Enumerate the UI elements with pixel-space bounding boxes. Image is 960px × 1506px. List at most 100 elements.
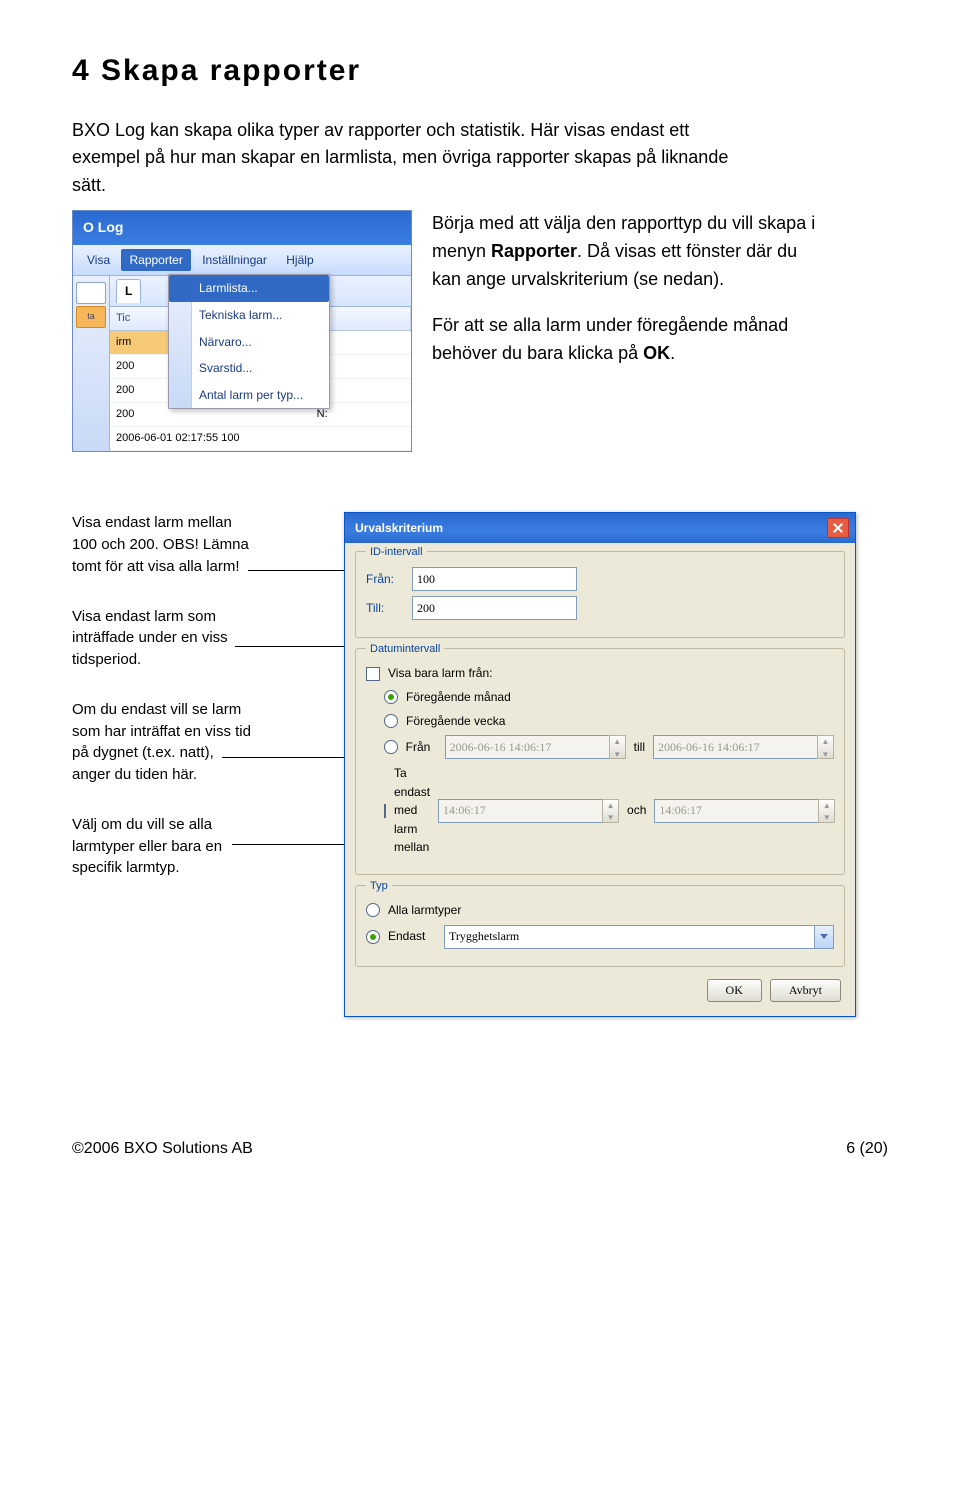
radio-foregaende-manad[interactable]	[384, 690, 398, 704]
urvalskriterium-dialog: Urvalskriterium ID-intervall Från: Till:	[344, 512, 856, 1016]
intro-line3: sätt.	[72, 175, 106, 195]
radio-label-endast: Endast	[388, 927, 436, 946]
menubar: Visa Rapporter Inställningar Hjälp	[73, 245, 411, 277]
spin-buttons[interactable]: ▲▼	[609, 735, 626, 759]
callout-line: Om du endast vill se larm	[72, 701, 241, 718]
app-screenshot: O Log Visa Rapporter Inställningar Hjälp…	[72, 210, 412, 452]
time-from-input[interactable]	[438, 799, 603, 823]
table-row-bottom: 2006-06-01 02:17:55 100	[110, 427, 411, 451]
rp1-l2b: . Då visas ett fönster där du	[577, 241, 797, 261]
close-icon[interactable]	[827, 518, 849, 538]
callout-3: Om du endast vill se larm som har inträf…	[72, 699, 332, 786]
time-checkbox[interactable]	[384, 804, 386, 818]
callout-line: specifik larmtyp.	[72, 859, 180, 876]
callout-line: som har inträffat en viss tid	[72, 723, 251, 740]
radio-endast[interactable]	[366, 930, 380, 944]
label-till: till	[634, 738, 645, 757]
sidebar-chip-1[interactable]	[76, 282, 106, 304]
dd-item-antal[interactable]: Antal larm per typ...	[169, 382, 329, 409]
menu-installningar[interactable]: Inställningar	[194, 249, 275, 272]
radio-foregaende-vecka[interactable]	[384, 714, 398, 728]
dialog-titlebar: Urvalskriterium	[345, 513, 855, 543]
from-input[interactable]	[412, 567, 577, 591]
time-checkbox-label: Ta endast med larm mellan	[394, 764, 430, 857]
date-from-input[interactable]	[445, 735, 610, 759]
spin-buttons[interactable]: ▲▼	[602, 799, 619, 823]
callout-1: Visa endast larm mellan 100 och 200. OBS…	[72, 512, 332, 577]
radio-alla-larmtyper[interactable]	[366, 903, 380, 917]
intro-line1: BXO Log kan skapa olika typer av rapport…	[72, 120, 689, 140]
callout-line: tidsperiod.	[72, 651, 141, 668]
callout-2: Visa endast larm som inträffade under en…	[72, 606, 332, 671]
group-datumintervall: Datumintervall Visa bara larm från: Före…	[355, 648, 845, 875]
callout-line: 100 och 200. OBS! Lämna	[72, 536, 249, 553]
radio-fran[interactable]	[384, 740, 398, 754]
callout-line: Visa endast larm mellan	[72, 514, 232, 531]
radio-label-alla: Alla larmtyper	[388, 901, 461, 920]
till-label: Till:	[366, 599, 404, 618]
dd-item-larmlista[interactable]: Larmlista...	[169, 275, 329, 302]
intro-text: BXO Log kan skapa olika typer av rapport…	[72, 117, 888, 201]
callout-line: Visa endast larm som	[72, 608, 216, 625]
from-label: Från:	[366, 570, 404, 589]
visa-bara-checkbox[interactable]	[366, 667, 380, 681]
ok-button[interactable]: OK	[707, 979, 762, 1002]
callout-line: anger du tiden här.	[72, 766, 197, 783]
callout-line: inträffade under en viss	[72, 629, 228, 646]
spin-buttons[interactable]: ▲▼	[817, 735, 834, 759]
group-id-intervall: ID-intervall Från: Till:	[355, 551, 845, 638]
app-main: L Tic T. irmTr 200N. 200Tr 200N: 2006-06…	[110, 276, 411, 451]
time-from-spinner[interactable]: ▲▼	[438, 799, 619, 823]
right-text: Börja med att välja den rapporttyp du vi…	[432, 210, 888, 452]
rp1-l1: Börja med att välja den rapporttyp du vi…	[432, 213, 815, 233]
date-to-input[interactable]	[653, 735, 818, 759]
rp1-l2a: menyn	[432, 241, 491, 261]
menu-rapporter[interactable]: Rapporter	[121, 249, 190, 272]
rp2-bold: OK	[643, 343, 670, 363]
visa-bara-label: Visa bara larm från:	[388, 664, 493, 683]
sidebar-chip-2[interactable]: ta	[76, 306, 106, 328]
group-typ: Typ Alla larmtyper Endast	[355, 885, 845, 967]
group-title-typ: Typ	[366, 878, 392, 895]
chevron-down-icon[interactable]	[814, 925, 834, 949]
dd-item-tekniska[interactable]: Tekniska larm...	[169, 302, 329, 329]
callout-line: tomt för att visa alla larm!	[72, 558, 240, 575]
larmtyp-combo-input[interactable]	[444, 925, 815, 949]
footer-left: ©2006 BXO Solutions AB	[72, 1137, 253, 1162]
app-titlebar: O Log	[73, 211, 411, 245]
rapporter-dropdown: Larmlista... Tekniska larm... Närvaro...…	[168, 274, 330, 409]
time-to-spinner[interactable]: ▲▼	[654, 799, 835, 823]
group-title-datum: Datumintervall	[366, 641, 444, 658]
label-och: och	[627, 801, 646, 820]
date-from-spinner[interactable]: ▲▼	[445, 735, 626, 759]
larmtyp-combo[interactable]	[444, 925, 834, 949]
group-title-id: ID-intervall	[366, 544, 427, 561]
menu-hjalp[interactable]: Hjälp	[278, 249, 321, 272]
rp1-l3: kan ange urvalskriterium (se nedan).	[432, 269, 724, 289]
spin-buttons[interactable]: ▲▼	[818, 799, 835, 823]
rp2-l2b: .	[670, 343, 675, 363]
tab-l[interactable]: L	[116, 279, 141, 303]
sidebar: ta	[73, 276, 110, 451]
page-footer: ©2006 BXO Solutions AB 6 (20)	[72, 1137, 888, 1162]
cancel-button[interactable]: Avbryt	[770, 979, 841, 1002]
dd-item-narvaro[interactable]: Närvaro...	[169, 329, 329, 356]
cell: 2006-06-01 02:17:55 100	[110, 427, 411, 450]
menu-visa[interactable]: Visa	[79, 249, 118, 272]
callout-4: Välj om du vill se alla larmtyper eller …	[72, 814, 332, 879]
radio-label-vecka: Föregående vecka	[406, 712, 505, 731]
time-to-input[interactable]	[654, 799, 819, 823]
rp2-l2a: behöver du bara klicka på	[432, 343, 643, 363]
page-heading: 4 Skapa rapporter	[72, 48, 888, 95]
till-input[interactable]	[412, 596, 577, 620]
intro-line2: exempel på hur man skapar en larmlista, …	[72, 147, 728, 167]
footer-right: 6 (20)	[846, 1137, 888, 1162]
radio-label-fran: Från	[406, 738, 437, 757]
dd-item-svarstid[interactable]: Svarstid...	[169, 355, 329, 382]
callout-line: på dygnet (t.ex. natt),	[72, 744, 214, 761]
callout-column: Visa endast larm mellan 100 och 200. OBS…	[72, 512, 332, 907]
date-to-spinner[interactable]: ▲▼	[653, 735, 834, 759]
callout-line: Välj om du vill se alla	[72, 816, 212, 833]
dialog-title: Urvalskriterium	[355, 519, 443, 538]
radio-label-manad: Föregående månad	[406, 688, 511, 707]
